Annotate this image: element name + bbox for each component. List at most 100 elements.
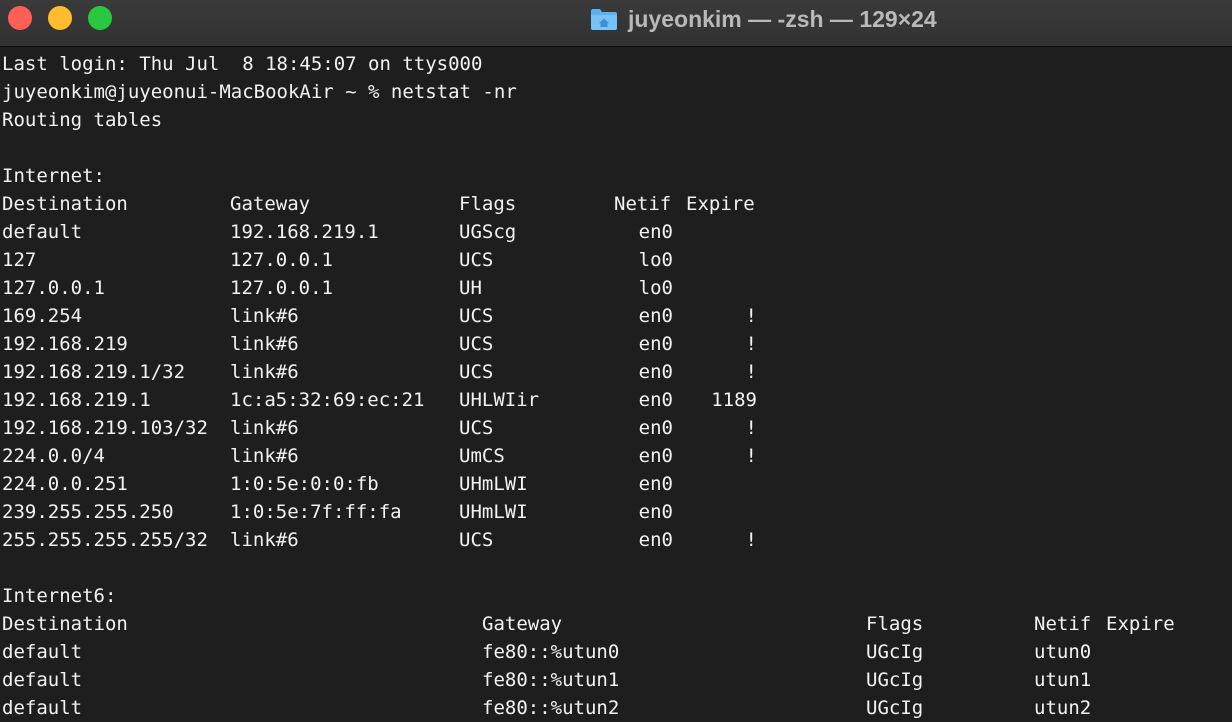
netif-cell: en0 <box>638 389 673 411</box>
flags-cell: UHLWIir <box>459 389 540 411</box>
route-row: 127 127.0.0.1 UCS lo0 <box>0 246 1232 274</box>
gateway-cell: 127.0.0.1 <box>230 249 333 271</box>
netif-cell: utun0 <box>1034 641 1092 663</box>
maximize-button[interactable] <box>88 6 112 30</box>
route6-row: default fe80::%utun2 UGcIg utun2 <box>0 694 1232 722</box>
route-row: 192.168.219.103/32 link#6 UCS en0! <box>0 414 1232 442</box>
routing-tables-header: Routing tables <box>2 109 163 131</box>
destination-cell: 192.168.219.1 <box>2 389 151 411</box>
flags-cell: UCS <box>459 333 494 355</box>
expire-cell: ! <box>745 445 757 467</box>
gateway-cell: link#6 <box>230 417 299 439</box>
route-row: 255.255.255.255/32 link#6 UCS en0! <box>0 526 1232 554</box>
gateway-cell: 1:0:5e:0:0:fb <box>230 473 379 495</box>
flags-cell: UCS <box>459 529 494 551</box>
netif-cell: utun1 <box>1034 669 1092 691</box>
destination-cell: default <box>2 697 83 719</box>
expire-cell: 1189 <box>711 389 757 411</box>
netif-cell: utun2 <box>1034 697 1092 719</box>
route-row: 192.168.219.1 1c:a5:32:69:ec:21 UHLWIir en0… <box>0 386 1232 414</box>
window-title: juyeonkim — -zsh — 129×24 <box>628 5 937 32</box>
terminal-window: juyeonkim — -zsh — 129×24 Last login: Th… <box>0 0 1232 722</box>
gateway-cell: 1:0:5e:7f:ff:fa <box>230 501 402 523</box>
netif-cell: en0 <box>638 529 673 551</box>
expire-cell: ! <box>745 361 757 383</box>
flags-cell: UGScg <box>459 221 517 243</box>
gateway-cell: link#6 <box>230 445 299 467</box>
gateway-cell: link#6 <box>230 305 299 327</box>
destination-cell: 169.254 <box>2 305 83 327</box>
flags-cell: UCS <box>459 417 494 439</box>
minimize-button[interactable] <box>48 6 72 30</box>
gateway-cell: link#6 <box>230 333 299 355</box>
flags-cell: UGcIg <box>866 669 924 691</box>
netif-cell: en0 <box>638 361 673 383</box>
terminal-output[interactable]: Last login: Thu Jul 8 18:45:07 on ttys00… <box>0 50 1232 722</box>
flags-cell: UH <box>459 277 482 299</box>
netif-cell: en0 <box>638 305 673 327</box>
inet-col-netif: Netif <box>614 193 672 215</box>
destination-cell: 127 <box>2 249 37 271</box>
gateway-cell: 192.168.219.1 <box>230 221 379 243</box>
inet6-col-gateway: Gateway <box>482 613 563 635</box>
home-folder-icon <box>590 7 618 31</box>
gateway-cell: link#6 <box>230 361 299 383</box>
inet-col-flags: Flags <box>459 193 517 215</box>
destination-cell: 224.0.0/4 <box>2 445 105 467</box>
destination-cell: 224.0.0.251 <box>2 473 128 495</box>
destination-cell: 192.168.219.1/32 <box>2 361 186 383</box>
gateway-cell: 1c:a5:32:69:ec:21 <box>230 389 425 411</box>
netif-cell: lo0 <box>638 277 673 299</box>
inet-col-expire: Expire <box>686 193 755 215</box>
expire-cell: ! <box>745 417 757 439</box>
route-row: 192.168.219.1/32 link#6 UCS en0! <box>0 358 1232 386</box>
route-row: 224.0.0/4 link#6 UmCS en0! <box>0 442 1232 470</box>
destination-cell: 192.168.219.103/32 <box>2 417 208 439</box>
destination-cell: 192.168.219 <box>2 333 128 355</box>
inet6-col-netif: Netif <box>1034 613 1092 635</box>
route-row: 224.0.0.251 1:0:5e:0:0:fb UHmLWI en0 <box>0 470 1232 498</box>
route-row: 192.168.219 link#6 UCS en0! <box>0 330 1232 358</box>
flags-cell: UCS <box>459 305 494 327</box>
last-login-line: Last login: Thu Jul 8 18:45:07 on ttys00… <box>2 53 483 75</box>
gateway-cell: fe80::%utun2 <box>482 697 620 719</box>
route6-row: default fe80::%utun0 UGcIg utun0 <box>0 638 1232 666</box>
inet6-col-flags: Flags <box>866 613 924 635</box>
gateway-cell: fe80::%utun0 <box>482 641 620 663</box>
title-bar: juyeonkim — -zsh — 129×24 <box>0 0 1232 47</box>
route-row: 127.0.0.1 127.0.0.1 UH lo0 <box>0 274 1232 302</box>
gateway-cell: link#6 <box>230 529 299 551</box>
flags-cell: UCS <box>459 361 494 383</box>
internet-section-label: Internet: <box>2 165 105 187</box>
gateway-cell: 127.0.0.1 <box>230 277 333 299</box>
inet-table-header: Destination Gateway Flags Netif Expire <box>0 190 1232 218</box>
expire-cell: ! <box>745 529 757 551</box>
flags-cell: UCS <box>459 249 494 271</box>
netif-cell: en0 <box>638 221 673 243</box>
route-row: 239.255.255.250 1:0:5e:7f:ff:fa UHmLWI en0 <box>0 498 1232 526</box>
netif-cell: en0 <box>638 445 673 467</box>
route6-row: default fe80::%utun1 UGcIg utun1 <box>0 666 1232 694</box>
destination-cell: 255.255.255.255/32 <box>2 529 208 551</box>
inet-col-gateway: Gateway <box>230 193 311 215</box>
close-button[interactable] <box>8 6 32 30</box>
route-row: 169.254 link#6 UCS en0! <box>0 302 1232 330</box>
flags-cell: UmCS <box>459 445 505 467</box>
expire-cell: ! <box>745 333 757 355</box>
route-row: default 192.168.219.1 UGScg en0 <box>0 218 1232 246</box>
gateway-cell: fe80::%utun1 <box>482 669 620 691</box>
inet-col-destination: Destination <box>2 193 128 215</box>
destination-cell: default <box>2 641 83 663</box>
inet6-col-expire: Expire <box>1106 613 1175 635</box>
internet6-section-label: Internet6: <box>2 585 117 607</box>
prompt-command-line: juyeonkim@juyeonui-MacBookAir ~ % netsta… <box>2 81 517 103</box>
destination-cell: 239.255.255.250 <box>2 501 174 523</box>
flags-cell: UHmLWI <box>459 501 528 523</box>
inet6-table-header: Destination Gateway Flags Netif Expire <box>0 610 1232 638</box>
flags-cell: UGcIg <box>866 697 924 719</box>
destination-cell: default <box>2 669 83 691</box>
netif-cell: en0 <box>638 501 673 523</box>
flags-cell: UHmLWI <box>459 473 528 495</box>
flags-cell: UGcIg <box>866 641 924 663</box>
inet6-col-destination: Destination <box>2 613 128 635</box>
